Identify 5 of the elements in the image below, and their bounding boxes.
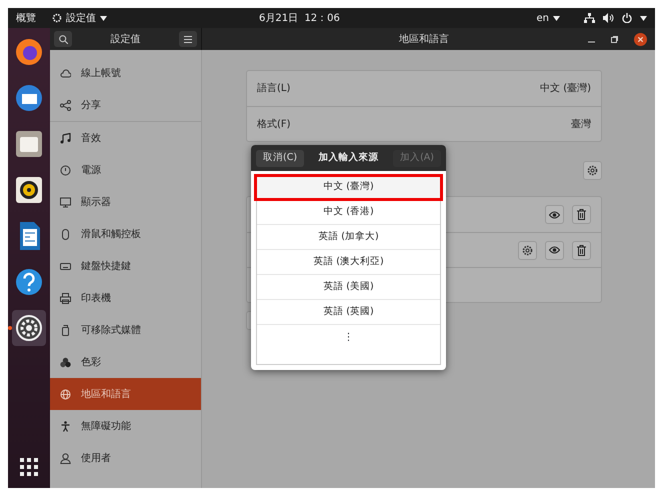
setting-label: 格式(F) — [257, 118, 291, 132]
window-title: 地區和語言 — [399, 32, 449, 46]
dialog-title: 加入輸入來源 — [318, 150, 379, 165]
sidebar-title: 設定值 — [110, 32, 140, 46]
setting-label: 語言(L) — [257, 82, 290, 96]
